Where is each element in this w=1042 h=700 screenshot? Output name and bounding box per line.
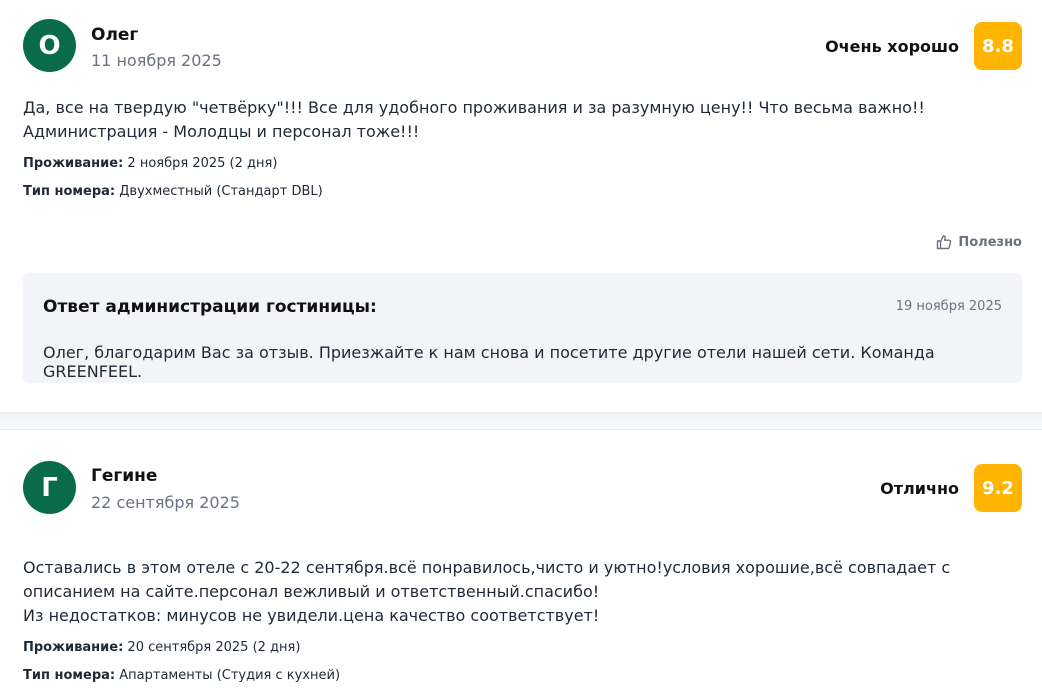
rating-label: Отлично	[880, 478, 959, 498]
stay-value: 2 ноября 2025 (2 дня)	[127, 156, 278, 171]
review-meta: Проживание: 2 ноября 2025 (2 дня) Тип но…	[23, 156, 1022, 200]
review-separator	[0, 412, 1042, 430]
avatar: О	[23, 19, 76, 72]
stay-value: 20 сентября 2025 (2 дня)	[127, 640, 301, 655]
review-date: 11 ноября 2025	[91, 51, 222, 70]
review-header: Г Гегине 22 сентября 2025 Отлично 9.2	[23, 430, 1022, 556]
reply-text: Олег, благодарим Вас за отзыв. Приезжайт…	[43, 343, 935, 381]
useful-button[interactable]: Полезно	[936, 234, 1022, 250]
rating-badge: 9.2	[974, 464, 1022, 512]
review-text: Оставались в этом отеле с 20-22 сентября…	[23, 558, 951, 625]
room-label: Тип номера:	[23, 668, 116, 683]
review-card: Г Гегине 22 сентября 2025 Отлично 9.2 Ос…	[0, 430, 1042, 700]
stay-label: Проживание:	[23, 156, 124, 171]
reply-title: Ответ администрации гостиницы:	[43, 297, 377, 317]
avatar: Г	[23, 461, 76, 514]
rating: Отлично 9.2	[880, 464, 1022, 512]
rating-label: Очень хорошо	[825, 36, 959, 56]
stay-row: Проживание: 20 сентября 2025 (2 дня)	[23, 640, 1022, 656]
admin-reply: Ответ администрации гостиницы: 19 ноября…	[23, 273, 1022, 383]
room-label: Тип номера:	[23, 184, 116, 199]
reviewer-name: Гегине	[91, 466, 158, 486]
reviewer-name: Олег	[91, 25, 139, 45]
stay-label: Проживание:	[23, 640, 124, 655]
useful-label: Полезно	[958, 234, 1022, 250]
review-meta: Проживание: 20 сентября 2025 (2 дня) Тип…	[23, 640, 1022, 684]
review-date: 22 сентября 2025	[91, 493, 240, 512]
stay-row: Проживание: 2 ноября 2025 (2 дня)	[23, 156, 1022, 172]
review-text: Да, все на твердую "четвёрку"!!! Все для…	[23, 98, 925, 141]
rating: Очень хорошо 8.8	[825, 22, 1022, 70]
room-row: Тип номера: Апартаменты (Студия с кухней…	[23, 668, 1022, 684]
review-header: О Олег 11 ноября 2025 Очень хорошо 8.8	[23, 0, 1022, 96]
room-value: Апартаменты (Студия с кухней)	[119, 668, 341, 683]
room-value: Двухместный (Стандарт DBL)	[119, 184, 323, 199]
room-row: Тип номера: Двухместный (Стандарт DBL)	[23, 184, 1022, 200]
thumbs-up-icon	[937, 235, 952, 250]
rating-badge: 8.8	[974, 22, 1022, 70]
reply-date: 19 ноября 2025	[895, 299, 1002, 314]
